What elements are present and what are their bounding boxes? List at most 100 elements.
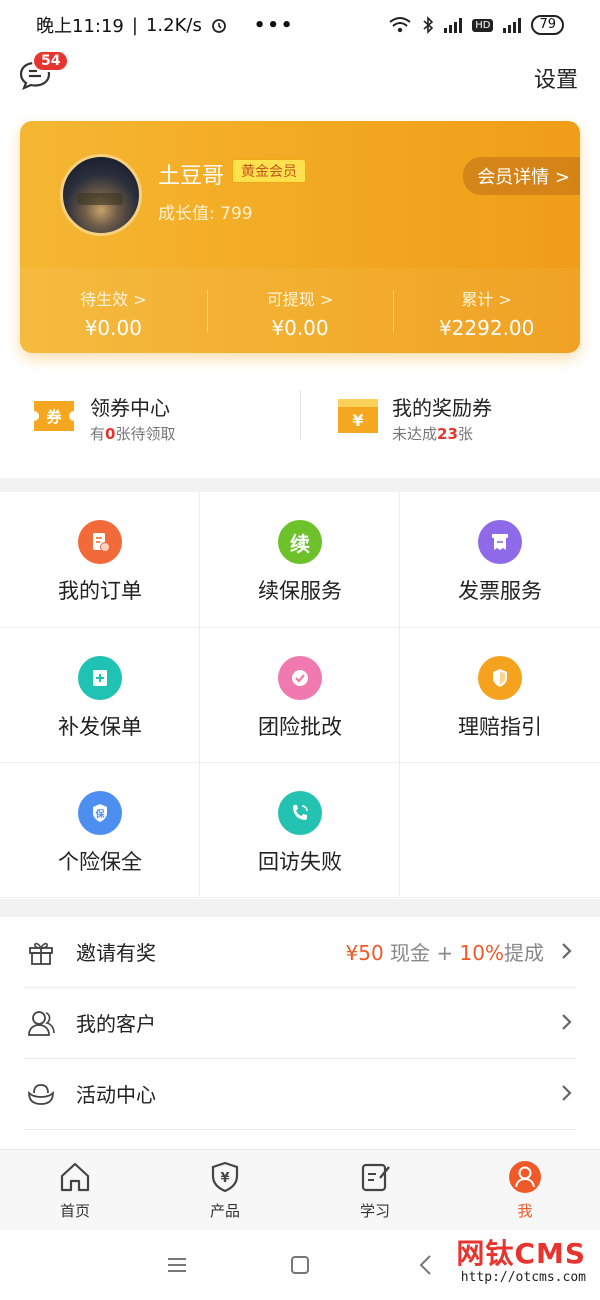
avatar[interactable]: [60, 154, 142, 236]
system-nav-bar: 网钛CMS http://otcms.com: [0, 1230, 600, 1300]
list-item-label: 我的客户: [76, 1012, 156, 1036]
coupon-center-title: 领券中心: [90, 396, 170, 420]
service-label: 续保服务: [258, 579, 342, 603]
tab-label: 首页: [59, 1202, 90, 1220]
order-icon: [78, 520, 122, 564]
tab-home[interactable]: 首页: [0, 1150, 150, 1230]
member-detail-button[interactable]: 会员详情 >: [463, 157, 580, 195]
list-item-label: 邀请有奖: [76, 941, 156, 965]
battery-icon: 79: [531, 15, 564, 35]
hd-icon: HD: [472, 18, 494, 32]
tab-label: 我: [517, 1202, 533, 1220]
service-reissue[interactable]: 补发保单: [0, 628, 200, 763]
tab-me[interactable]: 我: [450, 1150, 600, 1230]
alarm-icon: [211, 19, 226, 33]
stat-value: ¥2292.00: [438, 316, 535, 340]
stat-total[interactable]: 累计 > ¥2292.00: [393, 268, 580, 353]
wifi-icon: [389, 17, 411, 33]
coupon-center-sub: 有0张待领取: [90, 425, 176, 443]
signal-4g-icon: [503, 17, 522, 33]
chevron-right-icon: [562, 943, 572, 959]
phone-icon: [278, 791, 322, 835]
svg-text:¥: ¥: [352, 411, 363, 430]
section-divider: [0, 478, 600, 492]
bottom-tab-bar: 首页 ¥ 产品 学习 我: [0, 1149, 600, 1230]
service-claim-guide[interactable]: 理赔指引: [400, 628, 600, 763]
product-shield-icon: ¥: [211, 1161, 239, 1193]
reward-coupon-icon: ¥: [338, 399, 378, 433]
message-count-badge: 54: [32, 50, 70, 72]
tab-label: 学习: [359, 1202, 390, 1220]
menu-list: 邀请有奖 ¥50 现金 + 10%提成 我的客户 活动中心: [0, 917, 600, 1130]
signal-icon: [444, 17, 463, 33]
stat-withdrawable[interactable]: 可提现 > ¥0.00: [206, 268, 394, 353]
chevron-right-icon: [562, 1014, 572, 1030]
service-invoice[interactable]: 发票服务: [400, 492, 600, 628]
service-label: 个险保全: [58, 850, 142, 874]
chevron-right-icon: [562, 1085, 572, 1101]
list-item-invite[interactable]: 邀请有奖 ¥50 现金 + 10%提成: [24, 917, 576, 988]
svg-text:¥: ¥: [220, 1171, 229, 1186]
watermark-logo: 网钛CMS http://otcms.com: [456, 1237, 586, 1286]
top-bar: 54 设置: [0, 50, 600, 110]
service-personal-preservation[interactable]: 保 个险保全: [0, 763, 200, 898]
my-reward-coupons[interactable]: ¥ 我的奖励券 未达成23张: [300, 370, 600, 460]
list-item-customers[interactable]: 我的客户: [24, 988, 576, 1059]
ingot-icon: [28, 1084, 54, 1105]
claim-icon: [478, 656, 522, 700]
svg-text:券: 券: [46, 408, 62, 426]
service-grid: 我的订单 续 续保服务 发票服务 补发保单 团险批改 理赔指引 保 个险保全 回…: [0, 492, 600, 898]
bluetooth-icon: [423, 16, 434, 34]
check-icon: [278, 656, 322, 700]
coupon-row: 券 领券中心 有0张待领取 ¥ 我的奖励券 未达成23张: [0, 370, 600, 460]
coupon-ticket-icon: 券: [34, 401, 74, 431]
tab-products[interactable]: ¥ 产品: [150, 1150, 300, 1230]
section-divider: [0, 899, 600, 917]
service-label: 回访失败: [258, 850, 342, 874]
gift-icon: [29, 942, 53, 965]
home-icon: [60, 1162, 90, 1192]
service-label: 我的订单: [58, 579, 142, 603]
watermark-title: 网钛CMS: [456, 1237, 586, 1270]
coupon-center[interactable]: 券 领券中心 有0张待领取: [0, 370, 300, 460]
growth-value: 成长值: 799: [158, 204, 253, 224]
service-label: 理赔指引: [458, 715, 542, 739]
list-item-activities[interactable]: 活动中心: [24, 1059, 576, 1130]
service-callback-failed[interactable]: 回访失败: [200, 763, 400, 898]
list-item-label: 活动中心: [76, 1083, 156, 1107]
stat-label: 可提现 >: [266, 290, 334, 309]
stat-label: 待生效 >: [80, 290, 147, 309]
service-group-endorsement[interactable]: 团险批改: [200, 628, 400, 763]
service-label: 团险批改: [258, 715, 342, 739]
settings-button[interactable]: 设置: [534, 62, 578, 94]
user-icon: [509, 1161, 541, 1193]
member-card: 土豆哥 黄金会员 成长值: 799 会员详情 > 待生效 > ¥0.00 可提现…: [20, 121, 580, 353]
service-my-orders[interactable]: 我的订单: [0, 492, 200, 628]
service-label: 补发保单: [58, 715, 142, 739]
shield-icon: 保: [78, 791, 122, 835]
svg-text:保: 保: [94, 808, 105, 820]
tab-learn[interactable]: 学习: [300, 1150, 450, 1230]
username: 土豆哥: [158, 164, 225, 189]
status-speed: 1.2K/s: [145, 14, 202, 36]
more-dots-icon: •••: [253, 14, 295, 36]
status-time: 晚上11:19: [36, 16, 124, 37]
member-level-badge: 黄金会员: [232, 159, 306, 183]
home-square-icon[interactable]: [287, 1252, 313, 1278]
stat-label: 累计 >: [461, 290, 512, 309]
reward-coupon-title: 我的奖励券: [392, 396, 492, 420]
tab-label: 产品: [209, 1202, 240, 1220]
service-label: 发票服务: [458, 579, 542, 603]
back-icon[interactable]: [414, 1252, 440, 1278]
service-empty-cell: [400, 763, 600, 898]
watermark-url: http://otcms.com: [460, 1270, 586, 1285]
stat-value: ¥0.00: [271, 316, 329, 340]
reward-coupon-sub: 未达成23张: [392, 425, 473, 443]
invoice-icon: [478, 520, 522, 564]
status-divider: |: [131, 14, 138, 36]
menu-icon[interactable]: [164, 1252, 190, 1278]
reissue-icon: [78, 656, 122, 700]
service-renewal[interactable]: 续 续保服务: [200, 492, 400, 628]
stat-pending[interactable]: 待生效 > ¥0.00: [20, 268, 207, 353]
status-bar: 晚上11:19 | 1.2K/s ••• HD 79: [0, 0, 600, 50]
